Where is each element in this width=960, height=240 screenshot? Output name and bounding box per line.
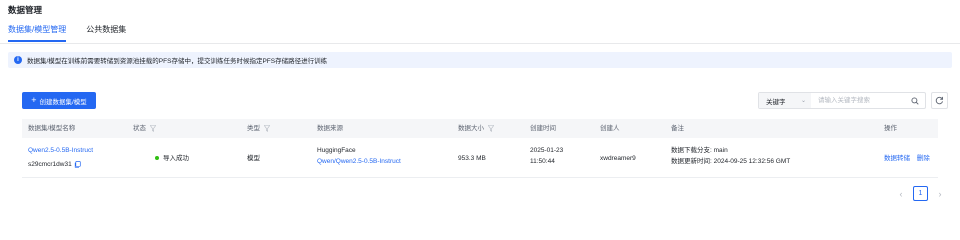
notice-text: 数据集/模型在训练前需要转储到资源池挂载的PFS存储中，提交训练任务时候指定PF… bbox=[27, 58, 328, 65]
chevron-down-icon: ⌄ bbox=[800, 98, 806, 104]
search-field-select[interactable]: 关键字 ⌄ bbox=[759, 93, 811, 108]
table-header: 数据集/模型名称 状态 类型 数据来源 数据大小 创建时间 创建人 备注 操作 bbox=[22, 119, 938, 138]
filter-icon[interactable] bbox=[150, 125, 156, 132]
column-header-type: 类型 bbox=[247, 119, 270, 138]
source-title: HuggingFace bbox=[317, 147, 356, 154]
info-icon: i bbox=[14, 56, 22, 64]
pagination: ‹ 1 › bbox=[895, 186, 946, 201]
search-icon[interactable] bbox=[908, 94, 922, 108]
created-date: 2025-01-23 bbox=[530, 147, 564, 154]
refresh-button[interactable] bbox=[931, 92, 948, 109]
dataset-id: s29cmcr1dw31 bbox=[28, 161, 72, 168]
create-dataset-label: 创建数据集/模型 bbox=[39, 98, 87, 106]
prev-page-icon[interactable]: ‹ bbox=[895, 188, 907, 200]
column-header-created-time: 创建时间 bbox=[530, 125, 556, 132]
next-page-icon[interactable]: › bbox=[934, 188, 946, 200]
create-dataset-button[interactable]: + 创建数据集/模型 bbox=[22, 92, 96, 109]
status-dot bbox=[155, 156, 159, 161]
filter-icon[interactable] bbox=[264, 125, 270, 132]
tab-bar: 数据集/模型管理 公共数据集 bbox=[8, 24, 126, 44]
column-header-note: 备注 bbox=[671, 125, 684, 132]
search-box: 关键字 ⌄ bbox=[758, 92, 926, 109]
column-header-name: 数据集/模型名称 bbox=[28, 125, 76, 132]
info-notice: i 数据集/模型在训练前需要转储到资源池挂载的PFS存储中，提交训练任务时候指定… bbox=[8, 52, 952, 68]
type-cell: 模型 bbox=[247, 155, 260, 162]
page-number-current[interactable]: 1 bbox=[913, 186, 928, 201]
page-title: 数据管理 bbox=[8, 5, 43, 15]
column-header-status: 状态 bbox=[133, 119, 156, 138]
column-header-creator: 创建人 bbox=[600, 125, 620, 132]
delete-link[interactable]: 删除 bbox=[917, 155, 930, 162]
tab-dataset-model[interactable]: 数据集/模型管理 bbox=[8, 24, 67, 44]
note-branch: 数据下载分支: main bbox=[671, 147, 728, 154]
note-update-time: 数据更新时间: 2024-09-25 12:32:56 GMT bbox=[671, 158, 791, 165]
column-header-actions: 操作 bbox=[884, 125, 897, 132]
copy-icon[interactable] bbox=[74, 160, 81, 168]
search-field-label: 关键字 bbox=[766, 98, 786, 106]
transfer-data-link[interactable]: 数据转储 bbox=[884, 155, 910, 162]
refresh-icon bbox=[935, 96, 944, 105]
size-cell: 953.3 MB bbox=[458, 155, 486, 162]
column-header-source: 数据来源 bbox=[317, 125, 343, 132]
tabs-divider bbox=[0, 43, 960, 44]
source-link[interactable]: Qwen/Qwen2.5-0.5B-Instruct bbox=[317, 156, 401, 167]
filter-icon[interactable] bbox=[488, 125, 494, 132]
search-input[interactable] bbox=[811, 93, 908, 108]
created-time: 11:50:44 bbox=[530, 158, 555, 165]
dataset-name-link[interactable]: Qwen2.5-0.5B-Instruct bbox=[28, 145, 93, 156]
status-text: 导入成功 bbox=[163, 155, 189, 162]
tab-public-datasets[interactable]: 公共数据集 bbox=[86, 24, 126, 44]
creator-cell: xwdreamer9 bbox=[600, 155, 636, 162]
plus-icon: + bbox=[31, 95, 37, 105]
column-header-size: 数据大小 bbox=[458, 119, 494, 138]
table-row: Qwen2.5-0.5B-Instruct s29cmcr1dw31 导入成功 … bbox=[22, 138, 938, 178]
